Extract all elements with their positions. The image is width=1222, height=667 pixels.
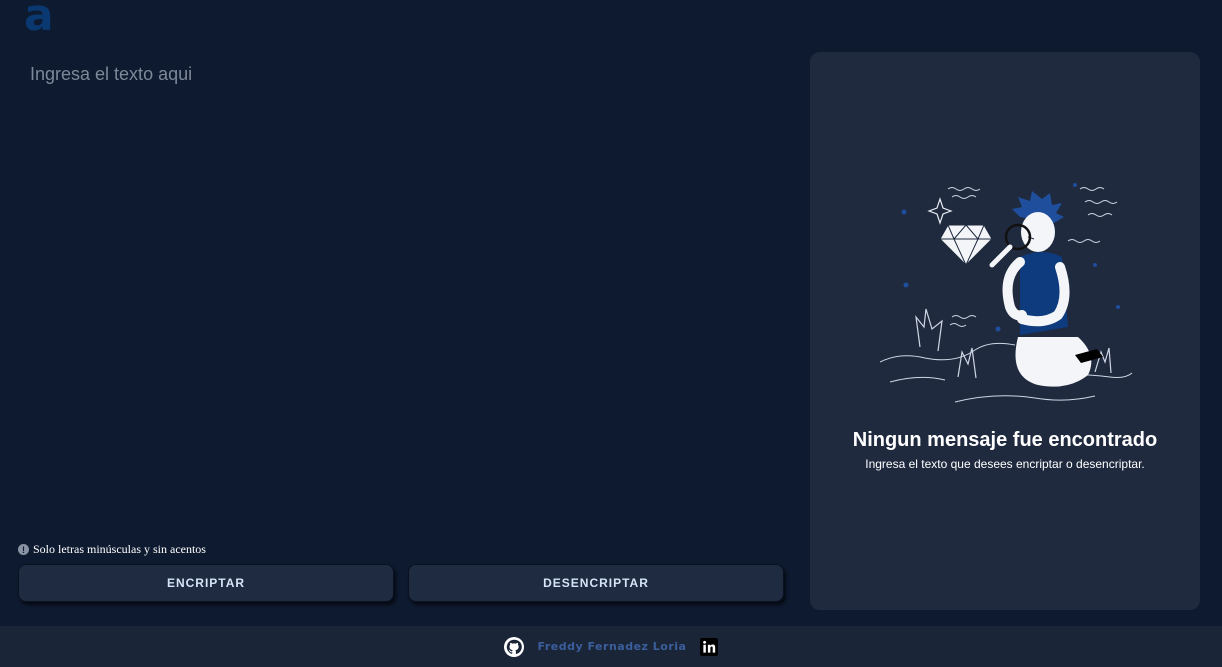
app-logo: a [24,0,54,41]
empty-state-title: Ningun mensaje fue encontrado [852,429,1158,451]
footer: Freddy Fernadez Loria [0,626,1222,667]
decrypt-button[interactable]: DESENCRIPTAR [408,564,784,602]
info-icon: ! [18,544,29,555]
empty-state-illustration [880,183,1133,403]
encrypt-button[interactable]: ENCRIPTAR [18,564,394,602]
github-icon[interactable] [503,636,524,657]
input-hint: ! Solo letras minúsculas y sin acentos [18,542,206,557]
output-panel: Ningun mensaje fue encontrado Ingresa el… [810,52,1200,610]
empty-state-subtitle: Ingresa el texto que desees encriptar o … [865,457,1145,471]
linkedin-icon[interactable] [700,637,719,656]
author-name: Freddy Fernadez Loria [537,640,687,653]
text-input[interactable] [18,56,788,526]
hint-text: Solo letras minúsculas y sin acentos [33,542,206,556]
